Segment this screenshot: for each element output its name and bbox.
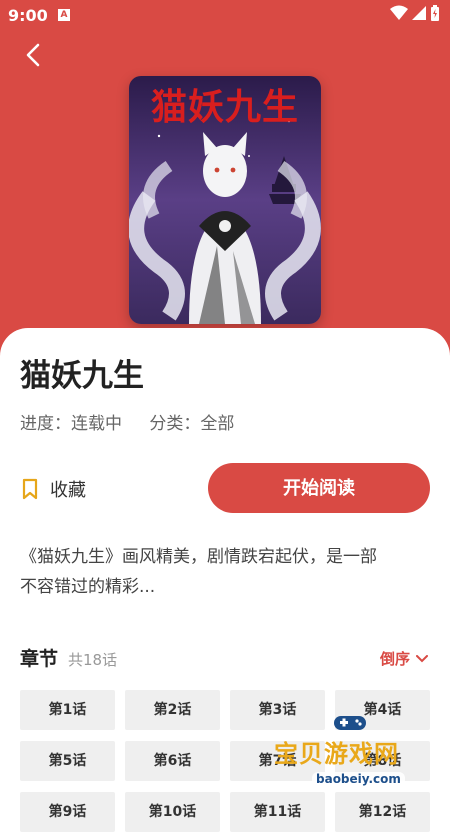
favorite-label: 收藏 [50, 480, 86, 501]
status-bar: 9:00 A [0, 0, 450, 32]
progress-label: 进度：连载中 [20, 414, 122, 434]
description-line-2: 不容错过的精彩... [20, 577, 156, 597]
signal-icon [412, 6, 426, 20]
notification-a-icon: A [58, 9, 70, 21]
chapter-item[interactable]: 第6话 [125, 741, 220, 781]
book-title: 猫妖九生 [20, 358, 144, 394]
battery-icon [431, 5, 439, 21]
chapter-item[interactable]: 第8话 [335, 741, 430, 781]
chapter-item[interactable]: 第11话 [230, 792, 325, 832]
book-description: 《猫妖九生》画风精美，剧情跌宕起伏，是一部 不容错过的精彩... [20, 542, 430, 602]
chapter-header: 章节 共18话 [20, 644, 117, 671]
chapter-item[interactable]: 第2话 [125, 690, 220, 730]
chapter-count: 共18话 [68, 651, 118, 669]
chapter-grid: 第1话 第2话 第3话 第4话 第5话 第6话 第7话 第8话 第9话 第10话… [20, 690, 430, 832]
chapter-item[interactable]: 第4话 [335, 690, 430, 730]
status-icons [390, 5, 440, 21]
chevron-down-icon [416, 654, 428, 662]
back-arrow-icon [26, 43, 40, 67]
chapter-section-title: 章节 [20, 648, 59, 670]
cover-title: 猫妖九生 [150, 86, 299, 128]
wifi-icon [390, 5, 408, 20]
chapter-item[interactable]: 第1话 [20, 690, 115, 730]
chapter-item[interactable]: 第10话 [125, 792, 220, 832]
description-line-1: 《猫妖九生》画风精美，剧情跌宕起伏，是一部 [20, 547, 377, 567]
category-label: 分类：全部 [149, 414, 235, 434]
sort-order-label: 倒序 [379, 650, 410, 668]
favorite-button[interactable]: 收藏 [20, 476, 86, 502]
chapter-item[interactable]: 第12话 [335, 792, 430, 832]
status-time: 9:00 [8, 6, 48, 25]
sort-order-button[interactable]: 倒序 [380, 648, 428, 669]
bookmark-icon [22, 478, 38, 500]
start-reading-button[interactable]: 开始阅读 [208, 463, 430, 513]
book-meta: 进度：连载中 分类：全部 [20, 409, 256, 434]
chapter-item[interactable]: 第3话 [230, 690, 325, 730]
back-button[interactable] [18, 38, 52, 72]
chapter-item[interactable]: 第9话 [20, 792, 115, 832]
book-cover[interactable]: 猫妖九生 [129, 76, 321, 324]
chapter-item[interactable]: 第7话 [230, 741, 325, 781]
chapter-item[interactable]: 第5话 [20, 741, 115, 781]
